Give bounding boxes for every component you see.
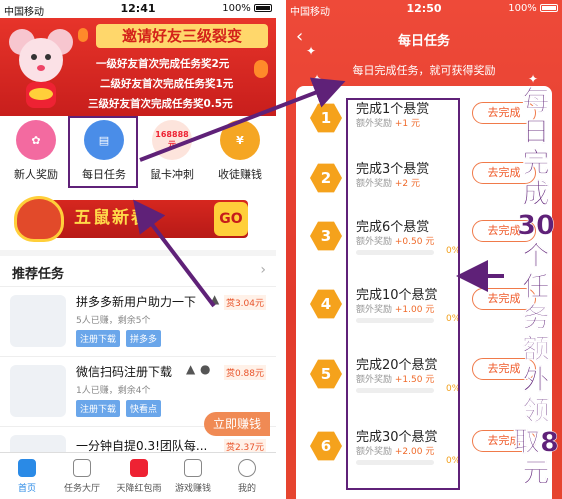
tab-label: 任务大厅	[63, 484, 100, 494]
promo-go-button[interactable]: GO	[214, 202, 248, 236]
sparkle-icon: ✦	[312, 72, 323, 86]
task-thumbnail	[10, 295, 66, 347]
tab-red-packet-rain[interactable]: 天降红包雨	[112, 459, 166, 494]
sparkle-icon: ✦	[306, 44, 317, 58]
bottom-tab-bar: 首页 任务大厅 天降红包雨 游戏赚钱 我的	[0, 452, 276, 499]
tab-label: 我的	[237, 484, 256, 494]
quick-label: 收徒赚钱	[218, 168, 262, 181]
tab-label: 天降红包雨	[116, 484, 162, 494]
step-number: 6	[310, 431, 342, 461]
android-icon: ▲	[210, 292, 220, 306]
task-progress: 1人已赚，剩余4个	[76, 386, 151, 396]
invite-banner[interactable]: 邀请好友三级裂变 一级好友首次完成任务奖2元 二级好友首次完成任务奖1元 三级好…	[0, 18, 276, 116]
battery-indicator: 100%	[222, 3, 272, 14]
sparkle-icon: ✦	[528, 72, 539, 86]
tab-game-earn[interactable]: 游戏赚钱	[168, 459, 218, 494]
quick-recruit-earn[interactable]: ¥ 收徒赚钱	[208, 120, 272, 182]
tab-profile[interactable]: 我的	[222, 459, 272, 494]
status-bar: 中国移动 12:41 100%	[0, 0, 276, 18]
mouse-mascot-icon	[9, 29, 73, 108]
prize-badge: 168888元	[155, 130, 189, 149]
battery-percent: 100%	[222, 3, 251, 14]
task-tag: 快看点	[126, 400, 162, 417]
tab-home[interactable]: 首页	[2, 459, 52, 494]
status-bar: 中国移动 12:50 100%	[286, 0, 562, 18]
tab-label: 首页	[17, 484, 36, 494]
task-price: 赏0.88元	[223, 365, 266, 380]
tab-label: 游戏赚钱	[174, 484, 211, 494]
chevron-right-icon: ›	[260, 262, 266, 278]
task-price: 赏3.04元	[223, 295, 266, 310]
banner-line-1: 一级好友首次完成任务奖2元	[96, 58, 230, 70]
page-hint: 每日完成任务，就可获得奖励	[352, 64, 496, 77]
step-number: 4	[310, 289, 342, 319]
task-thumbnail	[10, 365, 66, 417]
lion-dance-icon	[14, 196, 64, 242]
list-icon	[73, 459, 91, 477]
tab-task-hall[interactable]: 任务大厅	[57, 459, 107, 494]
coin-icon: ¥	[220, 120, 260, 160]
promo-text: 五鼠新春	[74, 208, 150, 228]
highlight-box-daily-tasks	[68, 116, 138, 188]
quick-entry-grid: ✿ 新人奖励 ▤ 每日任务 168888元 鼠卡冲刺 ¥ 收徒赚钱	[0, 116, 276, 190]
step-number: 2	[310, 163, 342, 193]
quick-label: 新人奖励	[14, 168, 58, 181]
earn-now-button[interactable]: 立即赚钱	[204, 412, 270, 436]
banner-line-3: 三级好友首次完成任务奖0.5元	[88, 98, 233, 110]
recommended-header[interactable]: 推荐任务 ›	[0, 250, 276, 286]
annotation-text: 每日完成30个任务额外领取8元	[513, 86, 559, 490]
banner-title: 邀请好友三级裂变	[96, 24, 268, 48]
red-packet-icon	[130, 459, 148, 477]
task-tag: 注册下载	[76, 330, 121, 347]
left-phone-screen: 中国移动 12:41 100% 邀请好友三级裂变 一级好友首次完成任务奖2元 二…	[0, 0, 276, 499]
task-tag: 拼多多	[126, 330, 162, 347]
banner-line-2: 二级好友首次完成任务奖1元	[100, 78, 234, 90]
quick-label: 鼠卡冲刺	[150, 168, 194, 181]
battery-indicator: 100%	[508, 3, 558, 14]
quick-newbie-reward[interactable]: ✿ 新人奖励	[4, 120, 68, 182]
recommended-title: 推荐任务	[12, 267, 65, 282]
quick-mouse-card-sprint[interactable]: 168888元 鼠卡冲刺	[140, 120, 204, 182]
user-icon	[238, 459, 256, 477]
battery-icon	[254, 4, 272, 12]
new-year-promo[interactable]: 五鼠新春 GO	[0, 190, 276, 250]
lantern-icon	[254, 60, 268, 78]
prize-icon: 168888元	[152, 120, 192, 160]
step-number: 3	[310, 221, 342, 251]
step-number: 1	[310, 103, 342, 133]
task-progress: 5人已赚，剩余5个	[76, 316, 151, 326]
battery-icon	[540, 4, 558, 12]
highlight-box-task-list	[346, 98, 460, 490]
gift-icon: ✿	[16, 120, 56, 160]
task-tag: 注册下载	[76, 400, 121, 417]
task-name: 微信扫码注册下载	[76, 365, 173, 379]
task-name: 拼多多新用户助力一下	[76, 295, 197, 309]
apple-icon: ●	[200, 362, 211, 376]
lantern-icon	[78, 28, 88, 42]
step-number: 5	[310, 359, 342, 389]
page-title: 每日任务	[397, 34, 450, 49]
task-item[interactable]: 拼多多新用户助力一下 ▲ 赏3.04元 5人已赚，剩余5个 注册下载 拼多多	[0, 286, 276, 356]
gamepad-icon	[184, 459, 202, 477]
battery-percent: 100%	[508, 3, 537, 14]
home-icon	[18, 459, 36, 477]
android-icon: ▲	[186, 362, 196, 376]
